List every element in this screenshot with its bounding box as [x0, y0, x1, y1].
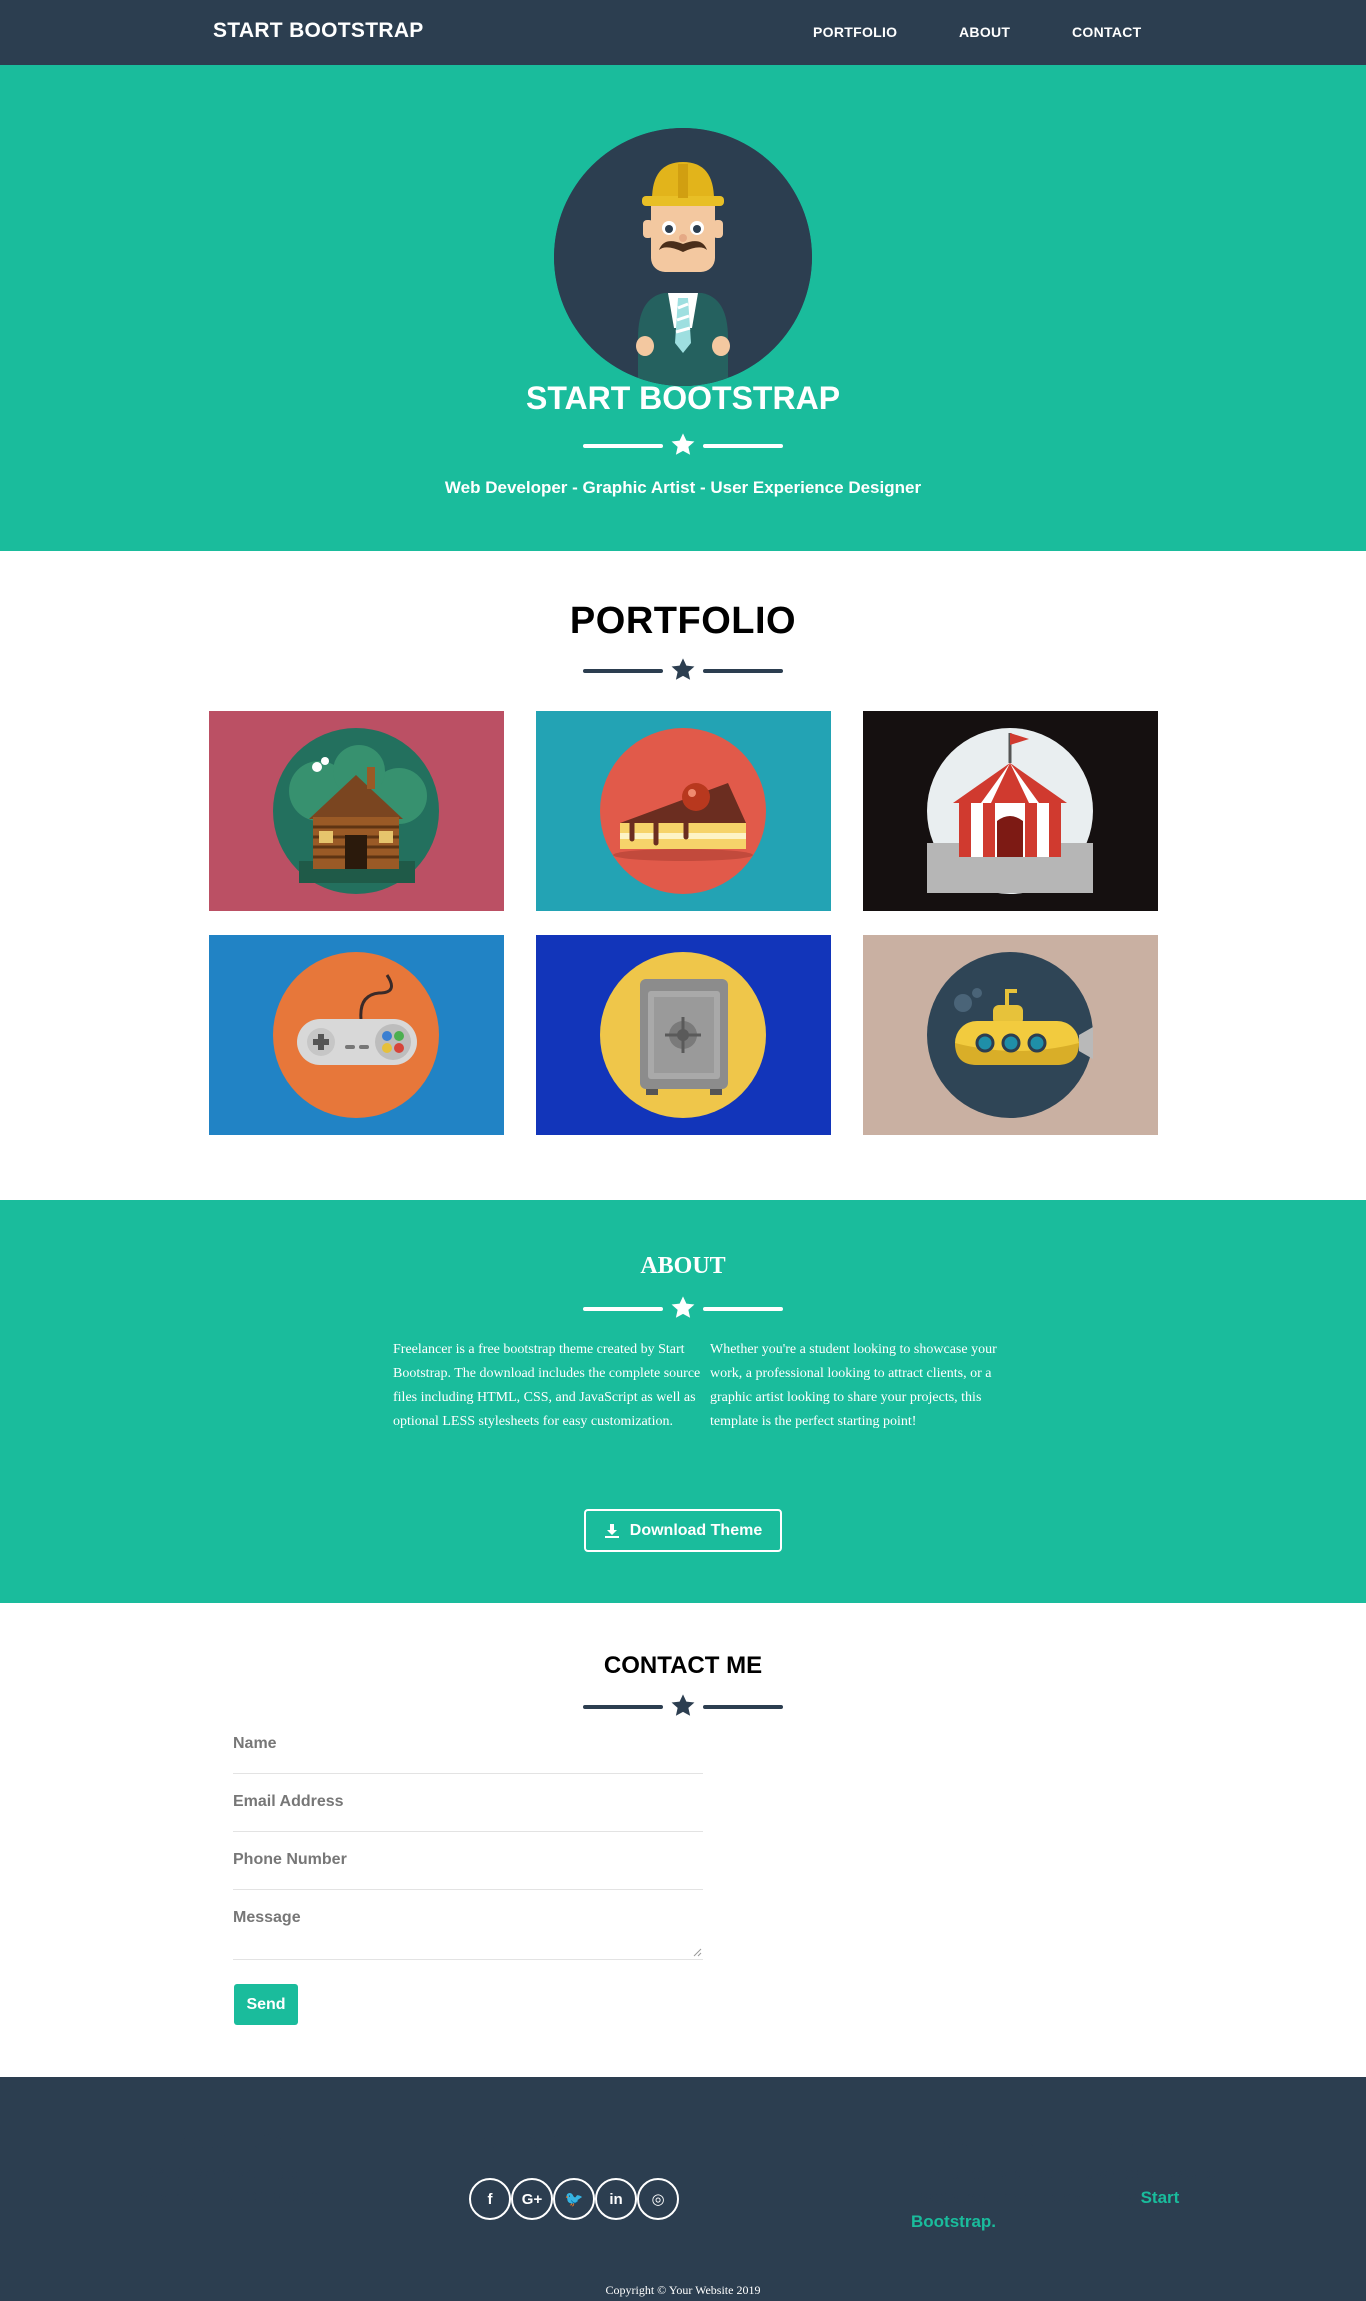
star-icon [671, 658, 695, 680]
download-theme-label: Download Theme [629, 1521, 763, 1539]
nav-link-portfolio[interactable]: PORTFOLIO [813, 24, 897, 40]
dribbble-icon[interactable]: ◎ [637, 2178, 679, 2220]
name-field[interactable]: Name [233, 1735, 703, 1774]
start-bootstrap-link-part2[interactable]: Bootstrap. [911, 2210, 996, 2234]
nav-link-contact[interactable]: CONTACT [1072, 24, 1142, 40]
send-button[interactable]: Send [234, 1984, 298, 2025]
navbar: START BOOTSTRAP PORTFOLIO ABOUT CONTACT [0, 0, 1366, 65]
footer-about-line2-text: Bootstrap theme created by [911, 2188, 1136, 2207]
hero-divider [583, 431, 783, 461]
twitter-icon[interactable]: 🐦 [553, 2178, 595, 2220]
about-paragraph-left: Freelancer is a free bootstrap theme cre… [393, 1342, 701, 1429]
portfolio-item-controller[interactable] [209, 935, 504, 1135]
linkedin-icon[interactable]: in [595, 2178, 637, 2220]
star-icon [671, 1296, 695, 1318]
footer-about-heading: ABOUT FREELANCER [911, 2128, 1167, 2155]
about-divider [583, 1294, 783, 1324]
star-icon [671, 1694, 695, 1716]
submarine-icon [927, 952, 1093, 1118]
cabin-icon [273, 728, 439, 894]
name-placeholder: Name [233, 1735, 277, 1752]
download-icon [604, 1523, 619, 1538]
footer-location-heading: LOCATION [165, 2128, 289, 2155]
portfolio-item-submarine[interactable] [863, 935, 1158, 1135]
brand-link[interactable]: START BOOTSTRAP [213, 19, 424, 43]
footer-about-line1: Freelance is a free to use, open source [911, 2164, 1225, 2183]
about-paragraph-right: Whether you're a student looking to show… [710, 1342, 997, 1429]
hero-subtitle: Web Developer - Graphic Artist - User Ex… [444, 478, 922, 497]
download-theme-button[interactable]: Download Theme [584, 1509, 782, 1552]
construction-worker-avatar-icon [554, 128, 812, 386]
email-placeholder: Email Address [233, 1793, 344, 1810]
contact-heading: CONTACT ME [603, 1652, 763, 1679]
resize-handle-icon[interactable] [692, 1947, 702, 1957]
portfolio-divider [583, 656, 783, 686]
facebook-icon[interactable]: f [469, 2178, 511, 2220]
contact-divider [583, 1692, 783, 1722]
nav-link-about[interactable]: ABOUT [959, 24, 1010, 40]
footer-web-heading: AROUND THE WEB [455, 2128, 678, 2155]
message-field[interactable]: Message [233, 1909, 703, 1960]
copyright: Copyright © Your Website 2019 [605, 2283, 761, 2297]
portfolio-item-cake[interactable] [536, 711, 831, 911]
start-bootstrap-link-part1[interactable]: Start [1141, 2188, 1180, 2207]
portfolio-heading: PORTFOLIO [569, 600, 797, 642]
safe-icon [600, 952, 766, 1118]
hero-title: START BOOTSTRAP [525, 380, 841, 416]
portfolio-item-safe[interactable] [536, 935, 831, 1135]
cake-icon [600, 728, 766, 894]
footer-address-line1: 3481 Melrose Place [149, 2164, 305, 2183]
phone-field[interactable]: Phone Number [233, 1851, 703, 1890]
footer-about-line2: Bootstrap theme created by Start [911, 2186, 1179, 2210]
portfolio-item-circus[interactable] [863, 711, 1158, 911]
about-heading: ABOUT [640, 1253, 726, 1279]
message-placeholder: Message [233, 1909, 301, 1926]
footer-address-line2: Beverly Hills, CA 90210 [133, 2188, 321, 2207]
circus-tent-icon [927, 728, 1093, 894]
google-plus-icon[interactable]: G+ [511, 2178, 553, 2220]
game-controller-icon [273, 952, 439, 1118]
portfolio-item-cabin[interactable] [209, 711, 504, 911]
phone-placeholder: Phone Number [233, 1851, 347, 1868]
star-icon [671, 433, 695, 455]
email-field[interactable]: Email Address [233, 1793, 703, 1832]
